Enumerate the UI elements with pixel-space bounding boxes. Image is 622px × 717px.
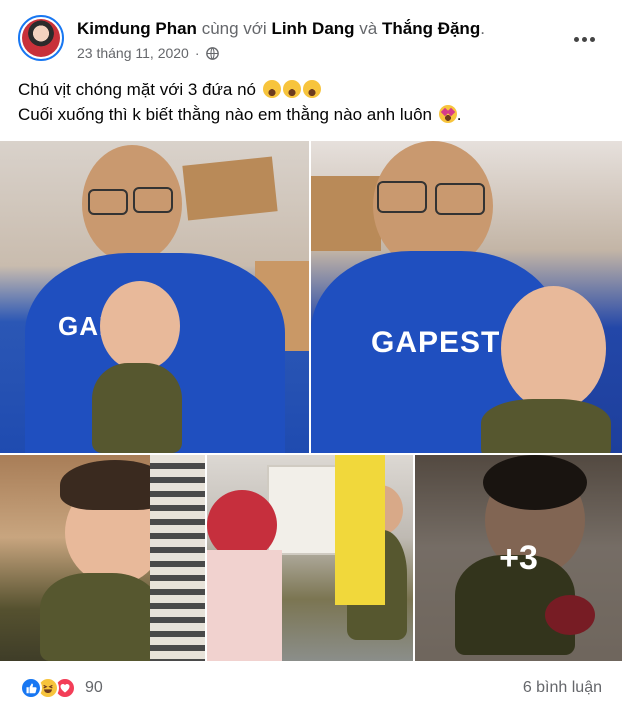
meta-separator: ·	[194, 45, 200, 61]
post-footer: 90 6 bình luận	[16, 674, 606, 704]
post-title: Kimdung Phan cùng với Linh Dang và Thắng…	[77, 19, 485, 39]
photo-2[interactable]: GAPEST	[311, 141, 622, 453]
post-line-2-text: Cuối xuống thì k biết thằng nào em thằng…	[18, 105, 432, 124]
avatar[interactable]	[18, 15, 64, 61]
post-header: Kimdung Phan cùng với Linh Dang và Thắng…	[16, 13, 606, 69]
post-text-line-1: Chú vịt chóng mặt với 3 đứa nó	[18, 77, 608, 102]
with-text: cùng với	[201, 19, 267, 38]
laughing-crying-emoji-icon	[262, 80, 281, 98]
laughing-crying-emoji-icon	[302, 80, 321, 98]
more-options-icon[interactable]	[570, 25, 598, 53]
laughing-crying-emoji-icon	[282, 80, 301, 98]
post-date[interactable]: 23 tháng 11, 2020	[77, 45, 189, 61]
more-photos-count: +3	[499, 538, 538, 577]
and-text: và	[359, 19, 378, 38]
photo-5-more[interactable]: +3	[415, 455, 622, 661]
reaction-count[interactable]: 90	[85, 679, 103, 697]
shirt-print: GAPEST	[371, 326, 501, 359]
title-period: .	[480, 19, 485, 38]
more-photos-overlay[interactable]: +3	[415, 455, 622, 661]
post-line-1-text: Chú vịt chóng mặt với 3 đứa nó	[18, 80, 256, 99]
like-icon[interactable]	[20, 677, 42, 699]
photo-3[interactable]	[0, 455, 205, 661]
globe-icon[interactable]	[205, 46, 219, 60]
post-text: Chú vịt chóng mặt với 3 đứa nó Cuối xuốn…	[18, 77, 608, 127]
comments-count[interactable]: 6 bình luận	[523, 679, 602, 697]
post-meta: 23 tháng 11, 2020 ·	[77, 45, 219, 61]
tagged-user-2[interactable]: Thắng Đặng	[382, 19, 480, 38]
star-struck-emoji-icon	[438, 105, 457, 123]
facebook-post: Kimdung Phan cùng với Linh Dang và Thắng…	[0, 0, 622, 717]
reactions-summary[interactable]: 90	[20, 677, 103, 699]
author-name[interactable]: Kimdung Phan	[77, 19, 197, 38]
tagged-user-1[interactable]: Linh Dang	[271, 19, 354, 38]
photo-1[interactable]: GAP	[0, 141, 309, 453]
post-text-line-2: Cuối xuống thì k biết thằng nào em thằng…	[18, 102, 608, 127]
post-line-2-end: .	[456, 105, 462, 124]
photo-4[interactable]	[207, 455, 413, 661]
